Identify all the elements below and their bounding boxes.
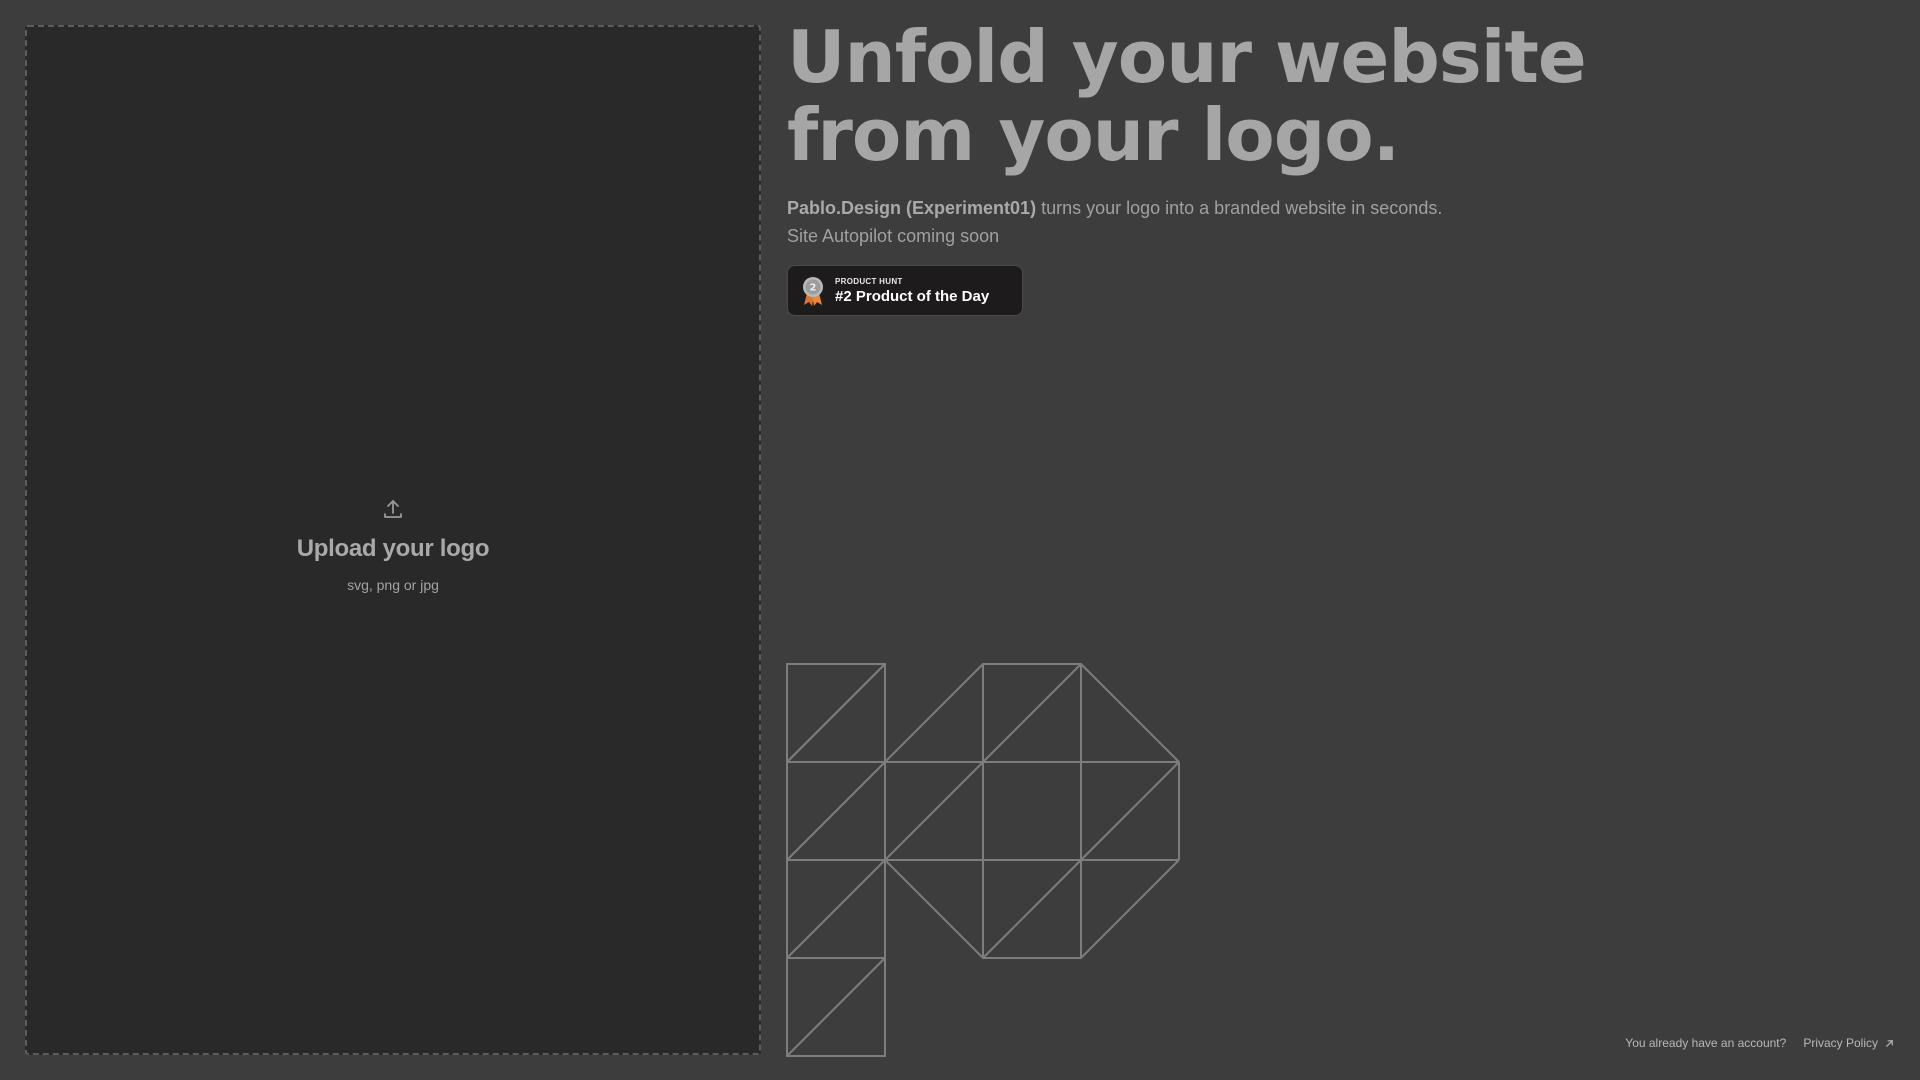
upload-formats-hint: svg, png or jpg bbox=[347, 577, 439, 593]
upload-icon bbox=[384, 500, 402, 518]
login-link[interactable]: You already have an account? bbox=[1625, 1036, 1786, 1050]
hero-section: Unfold your website from your logo. Pabl… bbox=[787, 18, 1787, 316]
medal-rank: 2 bbox=[810, 282, 817, 293]
upload-content: Upload your logo svg, png or jpg bbox=[297, 497, 490, 593]
medal-icon: 2 bbox=[803, 276, 823, 306]
headline-line-2: from your logo. bbox=[787, 93, 1400, 177]
upload-title: Upload your logo bbox=[296, 535, 490, 562]
pablo-logo-wireframe bbox=[786, 663, 1180, 1057]
brand-name: Pablo.Design (Experiment01) bbox=[787, 198, 1037, 218]
logo-upload-dropzone[interactable]: Upload your logo svg, png or jpg bbox=[25, 25, 761, 1055]
page: Upload your logo svg, png or jpg Unfold … bbox=[0, 0, 1920, 1080]
badge-text: PRODUCT HUNT #2 Product of the Day bbox=[835, 277, 989, 305]
privacy-policy-link[interactable]: Privacy Policy bbox=[1803, 1036, 1878, 1050]
headline-line-1: Unfold your website bbox=[787, 15, 1587, 99]
footer: You already have an account? Privacy Pol… bbox=[1625, 1036, 1894, 1050]
page-headline: Unfold your website from your logo. bbox=[787, 18, 1787, 174]
badge-kicker: PRODUCT HUNT bbox=[835, 276, 903, 286]
tagline: Pablo.Design (Experiment01) turns your l… bbox=[787, 194, 1787, 250]
badge-title: #2 Product of the Day bbox=[835, 287, 990, 305]
tagline-subline: Site Autopilot coming soon bbox=[787, 226, 1000, 246]
external-link-icon bbox=[1886, 1039, 1893, 1047]
tagline-description: turns your logo into a branded website i… bbox=[1036, 198, 1443, 218]
product-hunt-badge[interactable]: 2 PRODUCT HUNT #2 Product of the Day bbox=[787, 265, 1023, 316]
